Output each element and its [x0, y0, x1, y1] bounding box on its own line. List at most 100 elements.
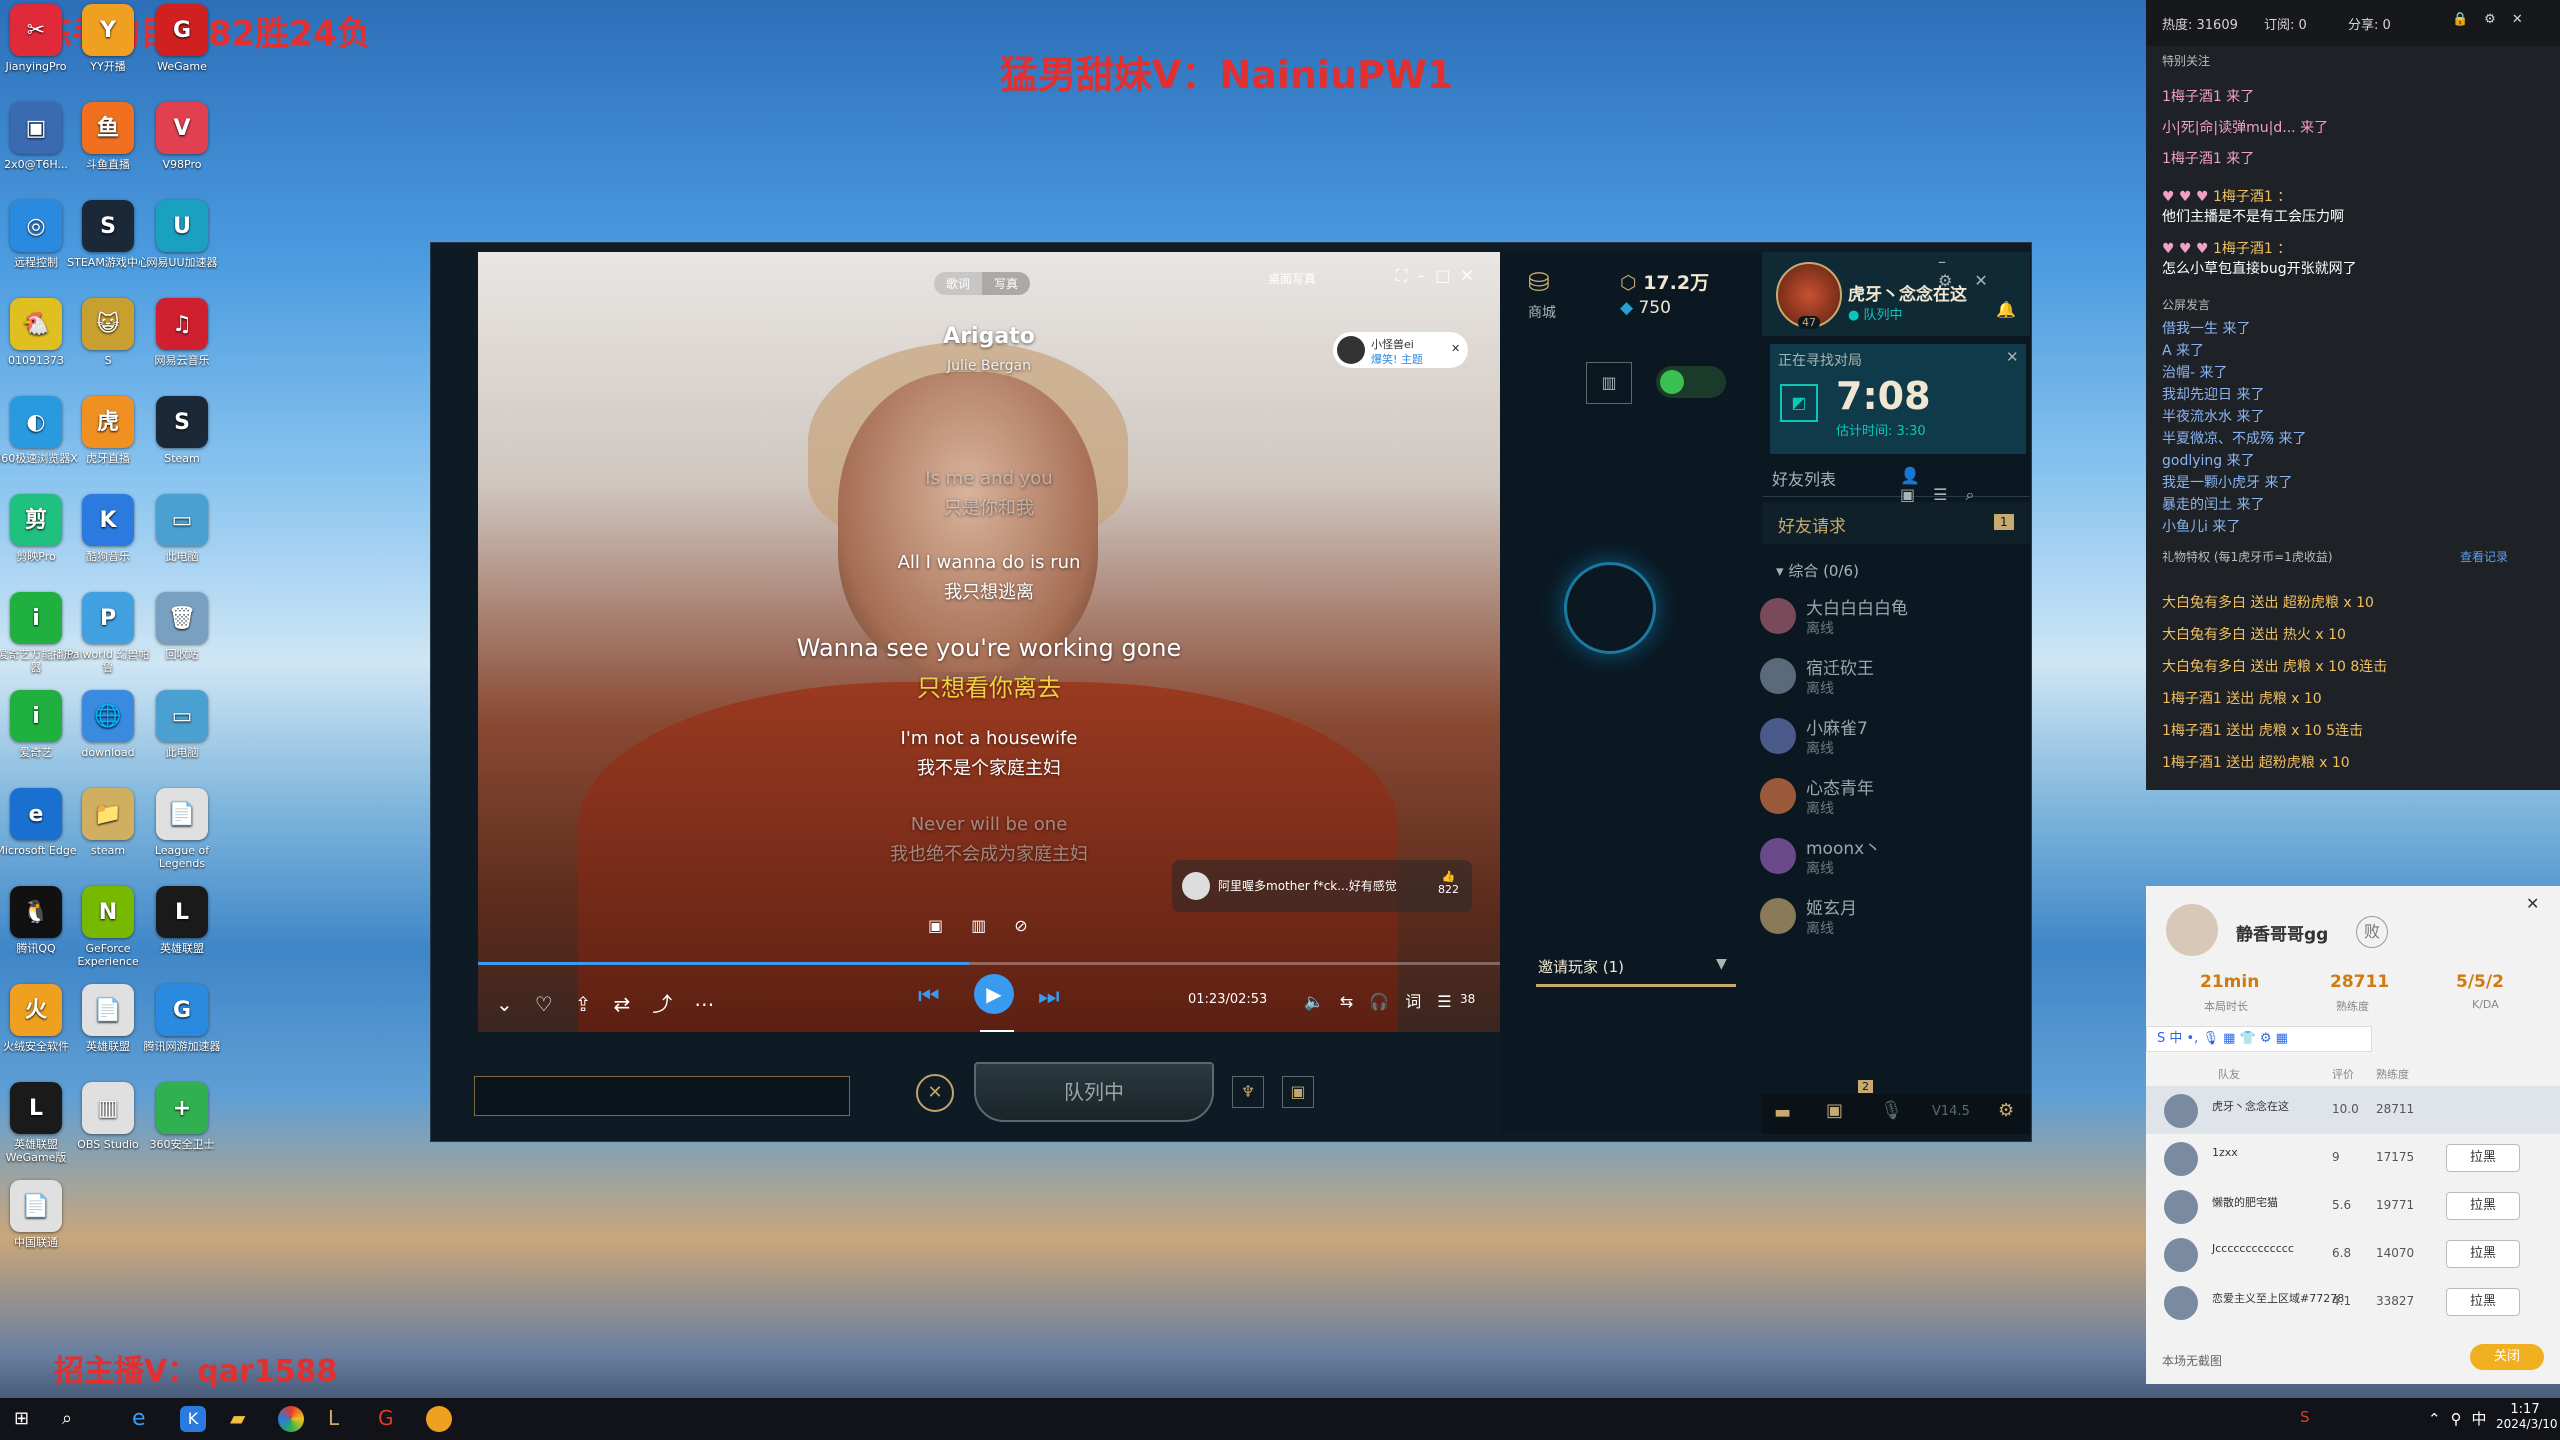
chat-controls[interactable]: 🔒⚙✕: [2452, 12, 2539, 27]
desktop-icon[interactable]: ♫ 网易云音乐: [140, 298, 224, 367]
desktop-icon[interactable]: 📄 中国联通: [0, 1180, 78, 1249]
wegame-icon[interactable]: G: [378, 1406, 394, 1430]
comment-likes[interactable]: 👍 822: [1438, 870, 1459, 896]
party-icon[interactable]: ▣: [1282, 1076, 1314, 1108]
invite-players[interactable]: 邀请玩家 (1) ▼: [1536, 948, 1736, 987]
in-queue-button[interactable]: 队列中: [974, 1062, 1214, 1122]
teammate-row[interactable]: 懒散的肥宅猫 5.6 19771 拉黑: [2146, 1182, 2560, 1230]
close-button[interactable]: 关闭: [2470, 1344, 2544, 1370]
left-controls[interactable]: ⌄♡⇪⇄⤴⋯: [496, 988, 736, 1017]
friend-item[interactable]: 姬玄月 离线: [1760, 890, 2020, 948]
blacklist-button[interactable]: 拉黑: [2446, 1144, 2520, 1172]
friend-item[interactable]: 心态青年 离线: [1760, 770, 2020, 828]
cancel-queue-button[interactable]: ✕: [916, 1074, 954, 1112]
desktop-icon[interactable]: Y YY开播: [66, 4, 150, 73]
desktop-icon[interactable]: 🌐 download: [66, 690, 150, 759]
search-icon[interactable]: ⌕: [62, 1408, 72, 1429]
edge-icon[interactable]: e: [132, 1406, 146, 1431]
close-icon[interactable]: ✕: [2526, 894, 2539, 913]
be-balance[interactable]: ◆ 750: [1620, 298, 1671, 318]
desktop-icon[interactable]: S Steam: [140, 396, 224, 465]
blacklist-button[interactable]: 拉黑: [2446, 1240, 2520, 1268]
help-icon[interactable]: ⚙: [1998, 1100, 2014, 1121]
desktop-icon[interactable]: N GeForce Experience: [66, 886, 150, 968]
mic-icon[interactable]: 🎙: [1880, 1100, 1903, 1121]
mini-toolbar[interactable]: ▣▥⊘: [928, 916, 1056, 935]
friend-status: 离线: [1806, 621, 1834, 637]
desktop-icon[interactable]: ▭ 此电脑: [140, 690, 224, 759]
friend-group[interactable]: ▾ 综合 (0/6): [1776, 560, 1859, 581]
desktop-icon[interactable]: 鱼斗鱼直播: [66, 102, 150, 171]
chrome-icon[interactable]: [278, 1406, 304, 1432]
teammate-row[interactable]: 虎牙丶念念在这 10.0 28711: [2146, 1086, 2560, 1134]
desktop-icon[interactable]: ▭ 此电脑: [140, 494, 224, 563]
voice-toggle[interactable]: [1656, 366, 1726, 398]
friends-actions[interactable]: 👤▣☰⌕: [1900, 466, 2030, 505]
prev-button[interactable]: ⏮: [918, 982, 940, 1010]
next-button[interactable]: ⏭: [1038, 982, 1060, 1010]
ranked-icon[interactable]: ▥: [1586, 362, 1632, 404]
friend-item[interactable]: 宿迁砍王 离线: [1760, 650, 2020, 708]
teammate-row[interactable]: 1zxx 9 17175 拉黑: [2146, 1134, 2560, 1182]
desktop-icon[interactable]: 📁 steam: [66, 788, 150, 857]
window-controls[interactable]: ⛶–□✕: [1396, 266, 1484, 286]
desktop-icon[interactable]: ▥ OBS Studio: [66, 1082, 150, 1151]
desktop-icon[interactable]: G 腾讯网游加速器: [140, 984, 224, 1053]
teammate-row[interactable]: 恋爱主义至上区域#77278 4.1 33827 拉黑: [2146, 1278, 2560, 1326]
desktop-icon[interactable]: 虎虎牙直播: [66, 396, 150, 465]
user-tag-card[interactable]: 小怪兽ei 爆笑! 主题 ✕: [1333, 332, 1468, 368]
friend-name: 大白白白白龟: [1806, 599, 1908, 619]
blacklist-button[interactable]: 拉黑: [2446, 1192, 2520, 1220]
store-label[interactable]: 商城: [1528, 302, 1556, 322]
desktop-icon[interactable]: 🗑 回收站: [140, 592, 224, 661]
desktop-icon[interactable]: S STEAM游戏中心: [66, 200, 150, 269]
play-button[interactable]: ▶: [974, 974, 1014, 1014]
close-icon[interactable]: ✕: [1451, 342, 1460, 355]
tray-clock[interactable]: 1:17 2024/3/10: [2496, 1402, 2558, 1431]
blacklist-button[interactable]: 拉黑: [2446, 1288, 2520, 1316]
app-icon: V: [156, 102, 208, 154]
tab-lyrics[interactable]: 歌词: [934, 272, 983, 295]
kugou-icon[interactable]: K: [180, 1406, 206, 1432]
desktop-icon[interactable]: +360安全卫士: [140, 1082, 224, 1151]
desktop-icon[interactable]: 📄 英雄联盟: [66, 984, 150, 1053]
profile-header[interactable]: 47 虎牙丶念念在这 ● 队列中 –⚙✕ 🔔: [1762, 252, 2030, 336]
tray-icons[interactable]: ⌃⚲中: [2428, 1408, 2497, 1429]
chat-icon[interactable]: ▬: [1774, 1102, 1791, 1123]
folder-icon[interactable]: ▰: [230, 1406, 245, 1430]
window-controls-lol[interactable]: –⚙✕: [1938, 252, 2030, 290]
chat-input-box[interactable]: [474, 1076, 850, 1116]
tray-sogou-icon[interactable]: S: [2300, 1408, 2310, 1426]
desktop-icon[interactable]: U 网易UU加速器: [140, 200, 224, 269]
desktop-icon[interactable]: L 英雄联盟: [140, 886, 224, 955]
close-queue-icon[interactable]: ✕: [2006, 348, 2019, 366]
playlist-count[interactable]: 38: [1460, 992, 1475, 1006]
gift-history-link[interactable]: 查看记录: [2460, 548, 2508, 565]
friend-item[interactable]: 大白白白白龟 离线: [1760, 590, 2020, 648]
friend-item[interactable]: 小麻雀7 离线: [1760, 710, 2020, 768]
tab-photo[interactable]: 写真: [982, 272, 1030, 295]
champ-select-icon[interactable]: ♆: [1232, 1076, 1264, 1108]
desktop-icon[interactable]: 😺 S: [66, 298, 150, 367]
desktop-photo-button[interactable]: 桌面写真: [1268, 270, 1316, 287]
missions-icon[interactable]: ▣: [1826, 1100, 1843, 1121]
huya-icon[interactable]: [426, 1406, 452, 1432]
desktop-icon[interactable]: V V98Pro: [140, 102, 224, 171]
desktop-icon[interactable]: K 酷狗音乐: [66, 494, 150, 563]
desktop-icon[interactable]: 📄 League of Legends: [140, 788, 224, 870]
bell-icon[interactable]: 🔔: [1996, 300, 2016, 319]
comment-bubble[interactable]: 阿里喔多mother f*ck...好有感觉 👍 822: [1172, 860, 1472, 912]
friend-item[interactable]: moonx丶 离线: [1760, 830, 2020, 888]
ime-toolbar[interactable]: S 中 •, 🎙 ▦ 👕 ⚙ ▦: [2146, 1026, 2372, 1052]
store-icon[interactable]: ⛁: [1528, 268, 1550, 298]
friend-requests-row[interactable]: 好友请求 1: [1762, 502, 2030, 544]
right-controls[interactable]: 🔈⇆🎧词☰: [1304, 988, 1468, 1012]
league-icon[interactable]: L: [328, 1406, 339, 1430]
teammate-row[interactable]: Jccccccccccccc 6.8 14070 拉黑: [2146, 1230, 2560, 1278]
progress-track[interactable]: [478, 962, 1500, 965]
desktop-icon[interactable]: P Palworld 幻兽帕鲁: [66, 592, 150, 674]
windows-start-icon[interactable]: ⊞: [14, 1408, 29, 1429]
add-friend-icon: 👤: [1900, 466, 1938, 485]
desktop-icon[interactable]: G WeGame: [140, 4, 224, 73]
rp-balance[interactable]: ⬡ 17.2万: [1620, 268, 1709, 295]
